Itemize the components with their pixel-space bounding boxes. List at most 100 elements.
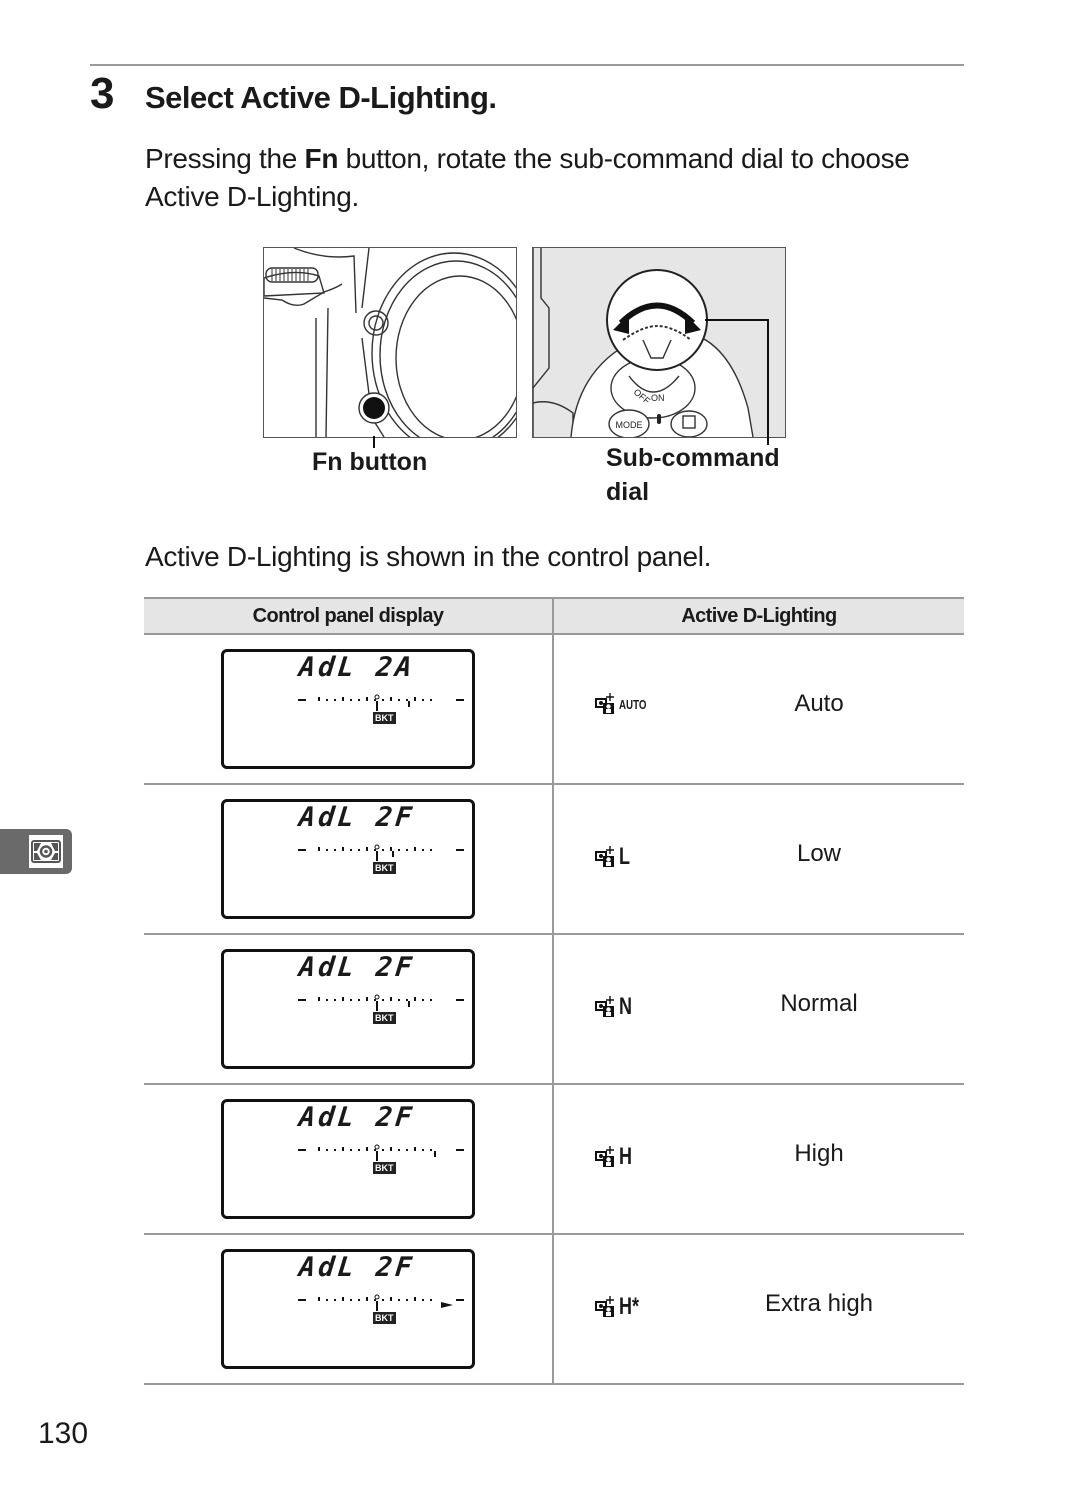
adl-name: Extra high (764, 1290, 874, 1317)
scale-tick (390, 1147, 392, 1151)
dial-leader-vertical (767, 319, 769, 445)
bkt-badge: BKT (373, 862, 396, 874)
scale-tick (406, 699, 408, 701)
control-panel-note: Active D-Lighting is shown in the contro… (145, 541, 712, 572)
level-indicator (408, 1001, 410, 1007)
scale-tick (406, 1149, 408, 1151)
table-row: AdL 2F BKT H* Extra high (144, 1234, 964, 1385)
scale-tick (422, 1299, 424, 1301)
adl-setting: N (594, 993, 636, 1021)
scale-tick (326, 999, 328, 1001)
scale-tick (398, 999, 400, 1001)
adl-name: Low (796, 840, 842, 867)
fn-button-label: Fn button (312, 448, 428, 476)
adl-name: Auto (794, 690, 844, 717)
minus-mark (298, 699, 306, 701)
plus-mark (456, 999, 464, 1001)
active-d-lighting-icon (595, 693, 614, 714)
scale-tick (382, 1299, 384, 1301)
adl-setting: H* (594, 1293, 646, 1321)
table-row: AdL 2F BKT H High (144, 1084, 964, 1235)
scale-tick (398, 849, 400, 851)
adl-setting: L (594, 843, 634, 871)
scale-tick (366, 847, 368, 851)
plus-mark (456, 1299, 464, 1301)
scale-tick (398, 1149, 400, 1151)
scale-tick (406, 1299, 408, 1301)
lcd-readout: AdL 2A (297, 652, 417, 683)
camera-top-drawing: MODE OFF ON (533, 248, 754, 437)
scale-tick (318, 1147, 320, 1151)
bkt-badge: BKT (373, 1012, 396, 1024)
scale-tick (374, 699, 376, 701)
table-row: AdL 2A BKT AUTO Auto (144, 634, 964, 785)
scale-tick (366, 1297, 368, 1301)
adl-cell: N Normal (553, 934, 964, 1085)
lcd-readout: AdL 2F (297, 952, 417, 983)
scale-tick (390, 847, 392, 851)
lcd-cell: AdL 2A BKT (144, 634, 554, 785)
active-d-lighting-icon (595, 1296, 614, 1317)
adl-table: Control panel display Active D-Lighting … (144, 597, 964, 1385)
center-bar (376, 851, 378, 861)
scale-tick (342, 847, 344, 851)
adl-cell: AUTO Auto (553, 634, 964, 785)
plus-mark (456, 1149, 464, 1151)
active-d-lighting-icon (595, 996, 614, 1017)
scale-tick (358, 699, 360, 701)
scale-tick (414, 997, 416, 1001)
lcd-cell: AdL 2F BKT (144, 934, 554, 1085)
scale-tick (318, 697, 320, 701)
scale-tick (382, 1149, 384, 1151)
scale-tick (326, 1299, 328, 1301)
lcd-readout: AdL 2F (297, 1102, 417, 1133)
level-indicator (408, 701, 410, 707)
scale-tick (350, 1299, 352, 1301)
metering-icon (31, 840, 61, 863)
scale-tick (422, 849, 424, 851)
center-bar (376, 1001, 378, 1011)
section-tab[interactable] (0, 829, 72, 874)
adl-setting: AUTO (594, 693, 656, 715)
dial-leader-horizontal (705, 319, 769, 321)
header-control-panel-display: Control panel display (144, 597, 554, 635)
scale-tick (318, 1297, 320, 1301)
scale-tick (334, 1149, 336, 1151)
bkt-badge: BKT (373, 712, 396, 724)
scale-tick (406, 999, 408, 1001)
scale-tick (414, 697, 416, 701)
lcd-readout: AdL 2F (297, 1252, 417, 1283)
plus-mark (456, 849, 464, 851)
minus-mark (298, 1149, 306, 1151)
scale-tick (342, 1297, 344, 1301)
section-tab-inner (29, 835, 63, 868)
top-rule (90, 64, 964, 66)
scale-tick (334, 849, 336, 851)
minus-mark (298, 999, 306, 1001)
adl-code: H* (619, 1293, 640, 1320)
scale-tick (366, 997, 368, 1001)
scale-tick (366, 1147, 368, 1151)
sub-command-label-line1: Sub-command (606, 444, 780, 472)
scale-tick (358, 1149, 360, 1151)
scale-tick (382, 849, 384, 851)
table-row: AdL 2F BKT N Normal (144, 934, 964, 1085)
active-d-lighting-icon (595, 1146, 614, 1167)
fn-button-illustration (263, 247, 517, 438)
adl-setting: H (594, 1143, 636, 1171)
adl-code: H (619, 1143, 633, 1170)
mode-button-mark: MODE (616, 420, 643, 430)
scale-tick (382, 699, 384, 701)
scale-tick (430, 999, 432, 1001)
scale-tick (414, 1297, 416, 1301)
scale-tick (390, 997, 392, 1001)
active-d-lighting-icon (595, 846, 614, 867)
zero-mark (374, 1144, 380, 1150)
scale-tick (430, 1299, 432, 1301)
scale-tick (406, 849, 408, 851)
adl-cell: H High (553, 1084, 964, 1235)
scale-tick (350, 999, 352, 1001)
scale-tick (414, 847, 416, 851)
scale-tick (318, 997, 320, 1001)
scale-tick (342, 997, 344, 1001)
